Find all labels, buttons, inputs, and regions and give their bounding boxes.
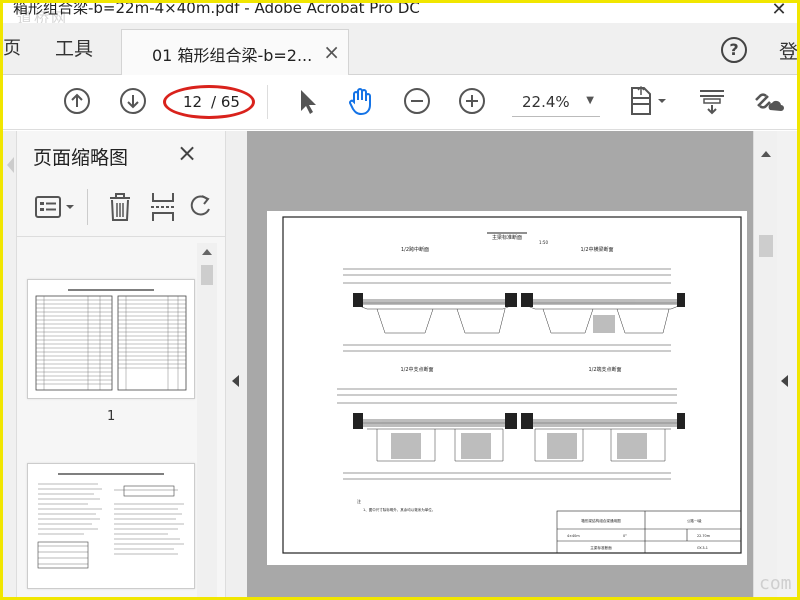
page-thumbnail[interactable] [27, 463, 195, 589]
page-number-box[interactable]: 12 / 65 [163, 85, 257, 121]
title-block-drawing-name: 主梁标准断面 [590, 545, 612, 550]
left-panel-edge [3, 131, 17, 597]
title-block-span: 4×40m [567, 534, 580, 538]
delete-page-button[interactable] [107, 191, 133, 223]
thumbnail-page-number: 1 [107, 409, 116, 424]
read-mode-button[interactable] [695, 85, 729, 117]
panel-close-icon[interactable]: × [177, 139, 197, 167]
zoom-dropdown[interactable]: 22.4% ▼ [512, 87, 600, 117]
panel-splitter[interactable] [225, 131, 247, 597]
right-pane-collapsed [777, 131, 797, 597]
toolbar-divider [267, 85, 268, 119]
section-label: 1/2中横梁断面 [580, 246, 613, 253]
window-title: 箱形组合梁-b=22m-4×40m.pdf - Adobe Acrobat Pr… [13, 3, 420, 17]
section-label: 1/2端支点断面 [588, 366, 621, 373]
engineering-drawing: 主梁标准断面 1:50 1/2跨中断面 1/2中横梁断面 1/2中支点断面 1/… [282, 216, 742, 554]
drawing-main-title: 主梁标准断面 [492, 234, 522, 241]
previous-page-button[interactable] [61, 85, 93, 117]
chevron-down-icon: ▼ [586, 95, 594, 106]
title-block-load: 公路－Ⅰ级 [687, 518, 702, 523]
section-label: 1/2跨中断面 [401, 246, 429, 253]
arrow-up-circle-icon [64, 88, 90, 114]
tab-bar: 页 工具 01 箱形组合梁-b=2... × ? 登 [3, 23, 797, 76]
title-bar: 道桥网 箱形组合梁-b=22m-4×40m.pdf - Adobe Acroba… [3, 3, 797, 23]
scroll-up-icon[interactable] [761, 151, 771, 157]
zoom-value: 22.4% [522, 93, 570, 111]
document-scrollbar[interactable] [753, 131, 777, 597]
zoom-out-button[interactable] [401, 85, 433, 117]
section-label: 1/2中支点断面 [400, 366, 433, 373]
sign-in-button[interactable]: 登 [779, 37, 797, 64]
plus-circle-icon [459, 88, 485, 114]
thumbnail-table-preview [35, 289, 187, 391]
current-page-input[interactable]: 12 [183, 93, 202, 111]
document-scroll-thumb[interactable] [759, 235, 773, 257]
app-window: 道桥网 箱形组合梁-b=22m-4×40m.pdf - Adobe Acroba… [0, 0, 800, 600]
next-page-button[interactable] [117, 85, 149, 117]
help-icon[interactable]: ? [721, 37, 747, 63]
title-block-sheet: GY-3-1 [697, 546, 708, 550]
insert-page-button[interactable] [149, 191, 177, 223]
thumbnail-text-preview [37, 473, 184, 569]
title-block-width: 22.70m [697, 534, 711, 538]
page-fit-icon [631, 85, 666, 115]
scroll-up-icon[interactable] [202, 249, 212, 255]
title-block-skew: 0° [623, 534, 627, 538]
thumbnail-scroll-thumb[interactable] [201, 265, 213, 285]
arrow-down-circle-icon [120, 88, 146, 114]
panel-title: 页面缩略图 [33, 147, 129, 169]
drawing-note-heading: 注 [357, 498, 361, 504]
hand-icon [349, 88, 371, 116]
total-pages-label: / 65 [211, 93, 240, 111]
zoom-in-button[interactable] [456, 85, 488, 117]
rotate-icon [190, 195, 210, 216]
collapse-arrow-icon[interactable] [7, 157, 14, 173]
share-link-button[interactable] [749, 85, 785, 117]
title-block [556, 510, 742, 554]
thumbnail-options-button[interactable] [33, 193, 77, 221]
options-menu-icon [35, 196, 74, 218]
minus-circle-icon [404, 88, 430, 114]
page-display-button[interactable] [625, 85, 671, 117]
pdf-page: 主梁标准断面 1:50 1/2跨中断面 1/2中横梁断面 1/2中支点断面 1/… [267, 211, 747, 565]
tab-close-icon[interactable]: × [323, 40, 340, 64]
collapse-left-icon[interactable] [232, 375, 239, 387]
panel-toolbar [17, 179, 225, 237]
select-tool-button[interactable] [291, 85, 323, 117]
window-close-icon[interactable]: ✕ [767, 3, 791, 20]
tab-document[interactable]: 01 箱形组合梁-b=2... × [121, 29, 349, 76]
page-thumbnail[interactable] [27, 279, 195, 399]
tab-tools[interactable]: 工具 [29, 23, 119, 75]
panel-toolbar-divider [87, 189, 88, 225]
hand-tool-button[interactable] [345, 85, 377, 117]
rotate-page-button[interactable] [189, 193, 213, 221]
toolbar: 12 / 65 22.4% ▼ [3, 75, 797, 130]
title-block-name: 箱形梁结构组合梁通用图 [581, 518, 621, 523]
expand-right-icon[interactable] [781, 375, 788, 387]
footer-watermark: com [759, 573, 792, 594]
trash-icon [110, 193, 130, 221]
insert-page-icon [151, 193, 175, 221]
tab-document-label: 01 箱形组合梁-b=2... [152, 46, 313, 65]
thumbnail-scrollbar[interactable] [197, 243, 217, 597]
thumbnail-list: 1 [17, 243, 197, 597]
drawing-note-text: 1、图中尺寸除标明外，其余均以毫米为单位。 [363, 507, 435, 512]
cursor-arrow-icon [301, 90, 316, 114]
document-view[interactable]: 主梁标准断面 1:50 1/2跨中断面 1/2中横梁断面 1/2中支点断面 1/… [247, 131, 753, 597]
drawing-scale: 1:50 [539, 240, 548, 245]
highlight-oval [163, 85, 255, 119]
link-cloud-icon [755, 93, 784, 111]
scroll-mode-icon [700, 90, 724, 115]
